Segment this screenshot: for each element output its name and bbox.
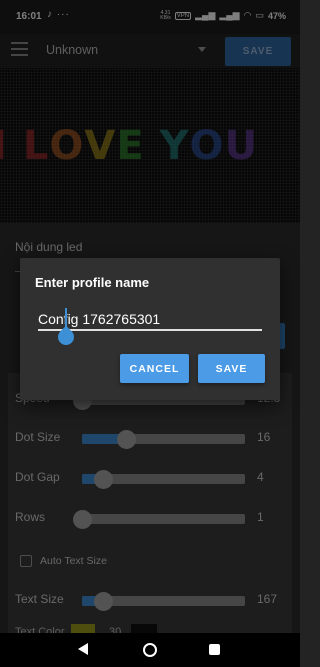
save-button[interactable]: SAVE <box>198 354 265 383</box>
dialog-title: Enter profile name <box>35 275 150 290</box>
profile-name-dialog: Enter profile name CANCEL SAVE <box>20 258 280 400</box>
text-cursor-handle[interactable] <box>54 308 78 349</box>
navigation-bar <box>0 633 300 667</box>
home-icon[interactable] <box>143 643 157 657</box>
back-icon[interactable] <box>78 643 88 655</box>
cancel-button[interactable]: CANCEL <box>120 354 189 383</box>
recents-icon[interactable] <box>209 644 220 655</box>
